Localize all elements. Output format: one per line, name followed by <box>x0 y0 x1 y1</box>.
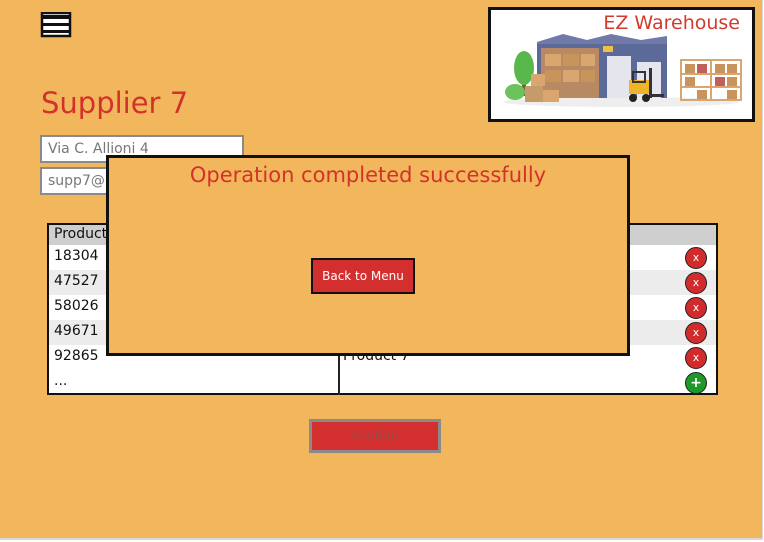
add-row-button[interactable]: + <box>685 372 707 394</box>
back-to-menu-button[interactable]: Back to Menu <box>311 258 415 294</box>
product-id: 58026 <box>54 298 99 314</box>
product-id: 49671 <box>54 323 99 339</box>
delete-row-button[interactable]: x <box>685 247 707 269</box>
delete-row-button[interactable]: x <box>685 322 707 344</box>
success-message: Operation completed successfully <box>189 163 547 187</box>
ellipsis: ... <box>54 373 68 389</box>
product-id: 92865 <box>54 348 99 364</box>
delete-row-button[interactable]: x <box>685 272 707 294</box>
page-title: Supplier 7 <box>41 86 189 120</box>
product-id: 47527 <box>54 273 99 289</box>
hamburger-menu-icon[interactable] <box>40 11 72 38</box>
warehouse-logo: EZ Warehouse <box>488 7 755 122</box>
product-id: 18304 <box>54 248 99 264</box>
app-name: EZ Warehouse <box>603 12 740 34</box>
delete-row-button[interactable]: x <box>685 347 707 369</box>
column-header-product: Product <box>54 226 108 242</box>
delete-row-button[interactable]: x <box>685 297 707 319</box>
app-window: EZ Warehouse Supplier 7 Via C. Allioni 4… <box>0 0 763 540</box>
table-row-new: ... + <box>49 370 716 395</box>
confirm-button[interactable]: Confirm <box>309 419 441 453</box>
success-dialog: Operation completed successfully Back to… <box>106 155 630 356</box>
